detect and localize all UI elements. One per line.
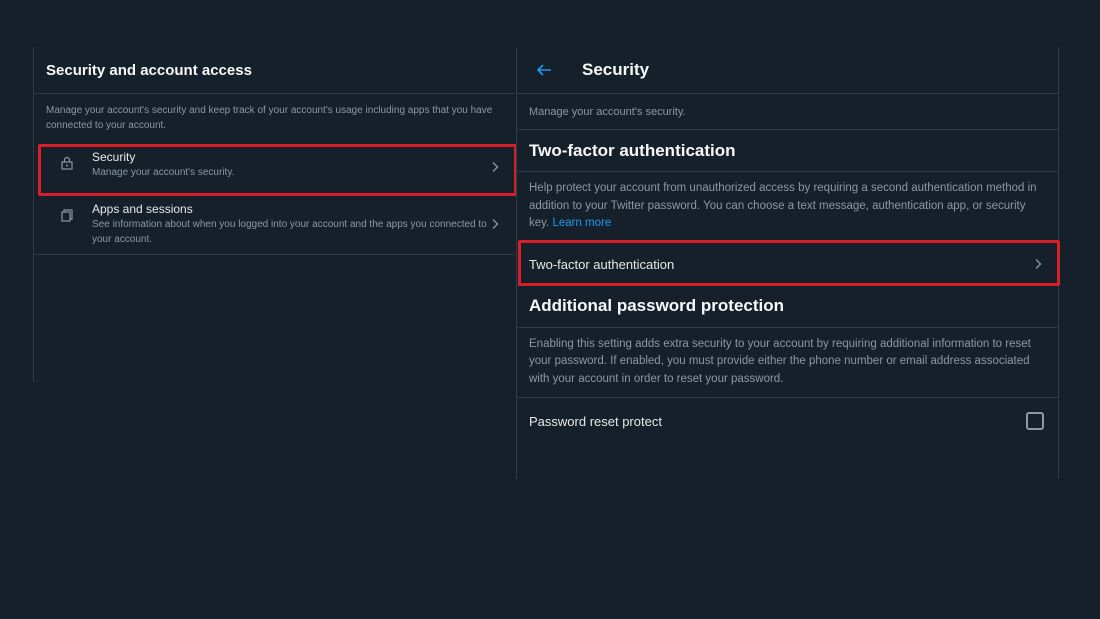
security-title: Security [582,60,650,79]
left-panel-description: Manage your account's security and keep … [46,105,493,131]
two-factor-row-label: Two-factor authentication [529,256,675,272]
chevron-right-icon [492,218,499,229]
security-description: Manage your account's security. [517,94,1058,130]
right-panel-header: Security [517,47,1058,94]
password-reset-protect-checkbox[interactable] [1026,412,1044,430]
menu-item-apps-and-sessions[interactable]: Apps and sessions See information about … [34,193,515,255]
menu-item-apps-subtitle: See information about when you logged in… [92,219,487,245]
security-and-account-access-panel: Security and account access Manage your … [33,47,515,382]
password-protection-heading: Additional password protection [517,286,1058,328]
menu-item-apps-title: Apps and sessions [92,202,193,216]
menu-item-security[interactable]: Security Manage your account's security. [34,141,515,193]
two-factor-authentication-row[interactable]: Two-factor authentication [517,244,1058,286]
two-factor-body: Help protect your account from unauthori… [517,172,1058,241]
lock-icon [61,156,73,170]
left-panel-header: Security and account access [34,47,515,94]
password-reset-protect-row[interactable]: Password reset protect [517,398,1058,444]
copy-icon [61,209,73,222]
password-reset-protect-label: Password reset protect [529,413,662,429]
menu-item-security-title: Security [92,150,136,164]
chevron-right-icon [1035,259,1042,269]
chevron-right-icon [492,162,499,172]
security-panel: Security Manage your account's security.… [516,47,1059,479]
back-arrow-icon[interactable] [535,61,553,79]
password-protection-body: Enabling this setting adds extra securit… [517,328,1058,398]
learn-more-link[interactable]: Learn more [552,217,611,229]
page-title: Security and account access [46,61,252,79]
menu-item-security-subtitle: Manage your account's security. [92,167,235,178]
two-factor-heading: Two-factor authentication [517,130,1058,172]
